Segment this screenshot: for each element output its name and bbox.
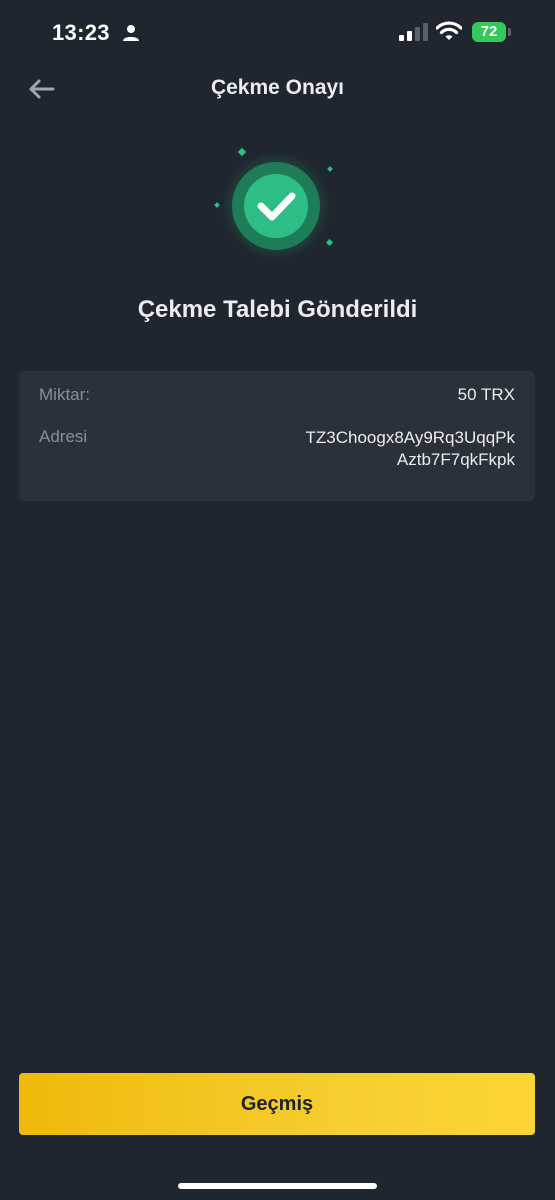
amount-label: Miktar: (39, 385, 90, 404)
home-indicator[interactable] (178, 1183, 377, 1189)
history-button[interactable]: Geçmiş (19, 1073, 535, 1135)
status-bar: 13:23 72 (0, 0, 555, 66)
battery-icon: 72 (472, 22, 511, 42)
address-value: TZ3Choogx8Ay9Rq3UqqPk Aztb7F7qkFkpk (306, 427, 515, 471)
withdrawal-details-card: Miktar: 50 TRX Adresi TZ3Choogx8Ay9Rq3Uq… (19, 371, 535, 501)
cellular-signal-icon (399, 23, 429, 46)
success-heading: Çekme Talebi Gönderildi (137, 296, 418, 323)
battery-level: 72 (480, 23, 498, 40)
success-illustration (208, 140, 348, 260)
amount-value: 50 TRX (457, 385, 515, 404)
screen: 13:23 72 Çekme Onayı Çekme Talebi Gönder… (0, 0, 555, 1200)
address-line-2: Aztb7F7qkFkpk (396, 450, 515, 469)
page-title: Çekme Onayı (210, 76, 345, 99)
check-circle-icon (214, 147, 334, 260)
wifi-icon (435, 21, 463, 46)
address-label: Adresi (39, 427, 88, 446)
status-time: 13:23 (52, 20, 110, 45)
person-icon (122, 24, 140, 47)
address-line-1: TZ3Choogx8Ay9Rq3UqqPk (305, 428, 515, 447)
